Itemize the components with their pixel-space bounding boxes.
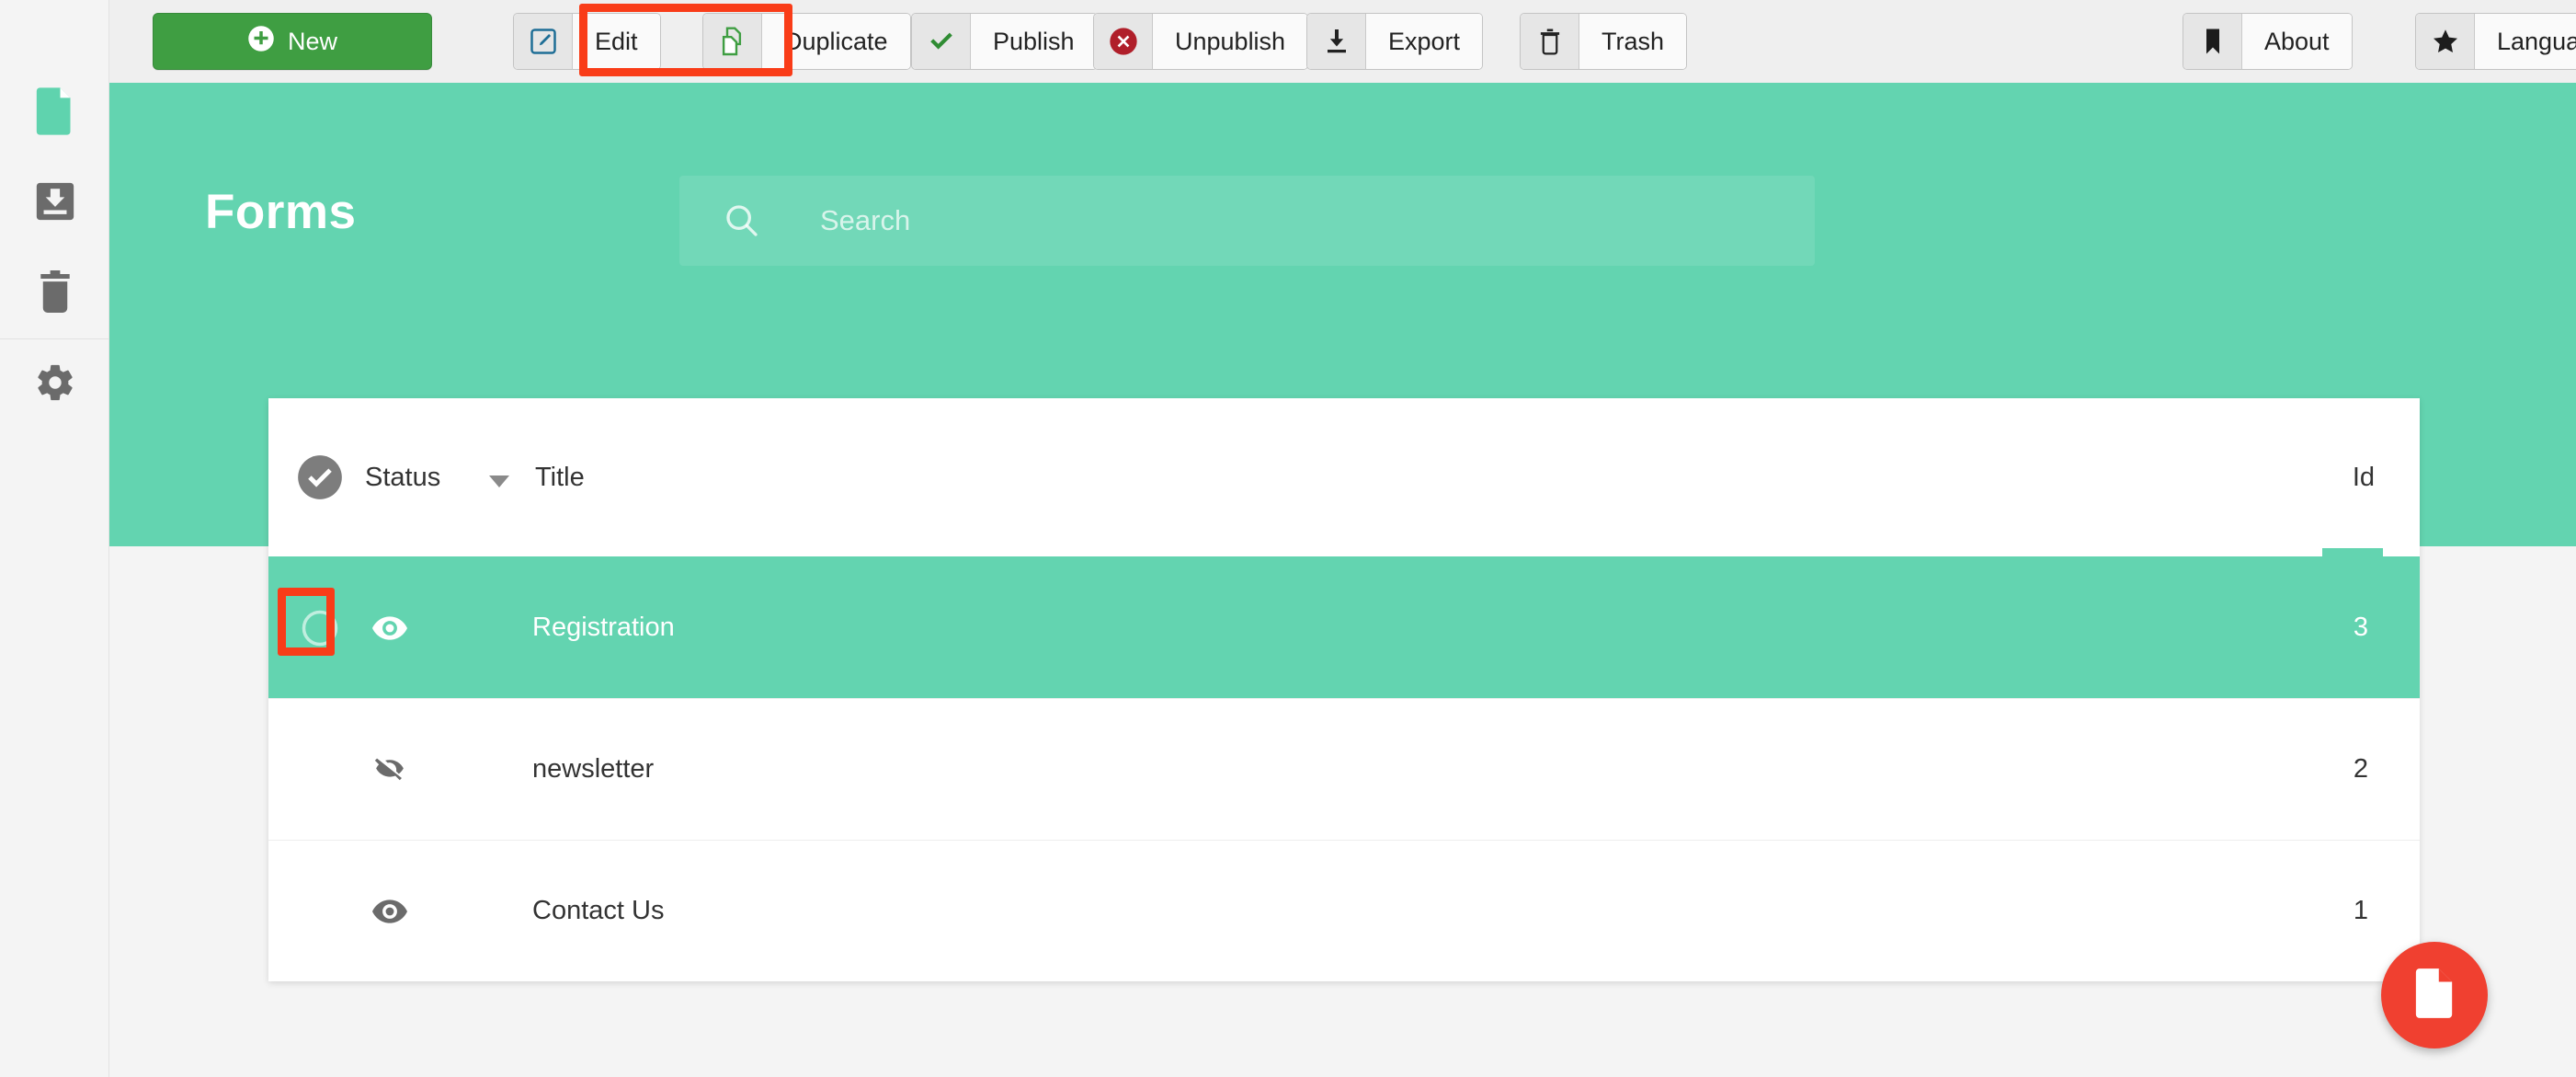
column-header-title[interactable]: Title	[535, 463, 585, 493]
duplicate-button-label: Duplicate	[762, 14, 910, 69]
row-title: newsletter	[532, 754, 655, 784]
eye-visible-icon[interactable]	[371, 610, 408, 647]
search-input[interactable]: Search	[679, 176, 1815, 266]
publish-button-label: Publish	[971, 14, 1097, 69]
row-id: 2	[2353, 754, 2368, 784]
unpublish-button[interactable]: Unpublish	[1093, 13, 1309, 70]
sidebar-item-trash[interactable]	[0, 248, 109, 338]
plus-circle-icon	[247, 25, 275, 59]
column-header-id[interactable]: Id	[2353, 463, 2375, 493]
export-button[interactable]: Export	[1306, 13, 1484, 70]
search-placeholder: Search	[820, 204, 911, 236]
export-button-label: Export	[1366, 14, 1483, 69]
row-id: 3	[2353, 613, 2368, 642]
row-id: 1	[2353, 896, 2368, 925]
trash-button[interactable]: Trash	[1520, 13, 1688, 70]
sidebar	[0, 0, 109, 1077]
trash-icon	[1521, 14, 1579, 69]
sidebar-item-settings[interactable]	[0, 339, 109, 430]
row-title: Registration	[532, 613, 675, 642]
check-icon	[912, 14, 971, 69]
row-checkbox[interactable]	[296, 746, 344, 794]
trash-icon	[37, 269, 74, 317]
edit-button[interactable]: Edit	[513, 13, 661, 70]
new-button[interactable]: New	[153, 13, 432, 70]
download-icon	[1307, 14, 1366, 69]
sort-indicator	[2322, 548, 2383, 556]
eye-hidden-icon[interactable]	[371, 751, 408, 788]
bookmark-icon	[2183, 14, 2242, 69]
gear-icon	[34, 361, 76, 408]
forms-table-card: Status Title Id Registration 3 newslette…	[268, 398, 2420, 981]
row-checkbox[interactable]	[296, 604, 344, 652]
circle-x-icon	[1094, 14, 1153, 69]
new-document-icon	[2413, 968, 2456, 1023]
unpublish-button-label: Unpublish	[1153, 14, 1308, 69]
search-icon	[724, 202, 760, 239]
language-button[interactable]: Language	[2415, 13, 2576, 70]
select-all-checkbox[interactable]	[296, 453, 344, 501]
table-row[interactable]: newsletter 2	[268, 698, 2420, 840]
sidebar-item-submissions[interactable]	[0, 158, 109, 248]
table-row[interactable]: Contact Us 1	[268, 840, 2420, 981]
page-title: Forms	[205, 185, 357, 239]
top-toolbar: New Edit Duplicate Publish Unpublish Exp…	[109, 0, 2576, 83]
about-button-label: About	[2242, 14, 2352, 69]
star-icon	[2416, 14, 2475, 69]
document-icon	[35, 86, 75, 140]
table-row[interactable]: Registration 3	[268, 556, 2420, 698]
new-form-fab[interactable]	[2381, 942, 2488, 1048]
new-button-label: New	[287, 27, 337, 55]
table-header-row: Status Title Id	[268, 398, 2420, 556]
edit-pencil-icon	[514, 14, 573, 69]
duplicate-copy-icon	[703, 14, 762, 69]
duplicate-button[interactable]: Duplicate	[702, 13, 911, 70]
about-button[interactable]: About	[2183, 13, 2353, 70]
inbox-download-icon	[35, 181, 75, 226]
row-checkbox[interactable]	[296, 888, 344, 935]
trash-button-label: Trash	[1579, 14, 1687, 69]
eye-visible-icon[interactable]	[371, 893, 408, 930]
publish-button[interactable]: Publish	[911, 13, 1098, 70]
chevron-down-icon[interactable]	[489, 475, 509, 493]
edit-button-label: Edit	[573, 14, 660, 69]
sidebar-item-forms[interactable]	[0, 68, 109, 158]
row-title: Contact Us	[532, 896, 665, 925]
language-button-label: Language	[2475, 14, 2576, 69]
column-header-status[interactable]: Status	[365, 463, 440, 493]
